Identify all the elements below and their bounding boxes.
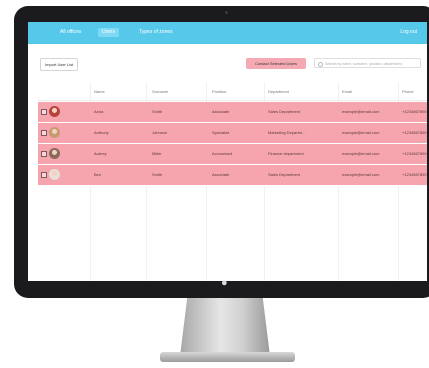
logout-link[interactable]: Log out bbox=[400, 28, 417, 37]
camera bbox=[225, 11, 228, 14]
header-position[interactable]: Position bbox=[212, 89, 226, 95]
nav-all-offices[interactable]: All offices bbox=[60, 28, 81, 37]
table-row[interactable]: Aubrey Miller Accountant Finance departm… bbox=[38, 144, 427, 165]
import-user-list-button[interactable]: Import User List bbox=[40, 58, 79, 71]
cell-surname: Johnson bbox=[152, 130, 168, 135]
row-checkbox[interactable] bbox=[41, 172, 47, 178]
search-icon bbox=[318, 61, 323, 67]
cell-surname: Smith bbox=[152, 109, 163, 114]
apple-logo-icon: ● bbox=[221, 277, 228, 289]
avatar bbox=[49, 127, 60, 138]
table-row[interactable]: Anthony Johnson Specialist Marketing Dep… bbox=[38, 123, 427, 144]
cell-surname: Miller bbox=[152, 151, 162, 156]
cell-department: Marketing Departm... bbox=[268, 130, 306, 135]
header-email[interactable]: Email bbox=[342, 89, 352, 95]
table-row[interactable]: Ben Smith Associate Sales Department exa… bbox=[38, 165, 427, 186]
nav-users[interactable]: Users bbox=[98, 28, 120, 37]
cell-email: example@email.com bbox=[342, 172, 380, 177]
table-row[interactable]: Anna Smith Associate Sales Department ex… bbox=[38, 102, 427, 123]
row-checkbox[interactable] bbox=[41, 151, 47, 157]
cell-department: Sales Department bbox=[268, 109, 301, 114]
cell-name: Anna bbox=[94, 109, 104, 114]
cell-email: example@email.com bbox=[342, 151, 380, 156]
top-nav: All offices Users Types of zones Log out bbox=[28, 22, 427, 44]
cell-department: Finance department bbox=[268, 151, 304, 156]
cell-position: Accountant bbox=[212, 151, 233, 156]
cell-phone: +1234567890 bbox=[402, 172, 427, 177]
header-department[interactable]: Department bbox=[268, 89, 289, 95]
avatar bbox=[49, 169, 60, 180]
table-header: Name Surname Position Department Email P… bbox=[38, 82, 427, 101]
row-checkbox[interactable] bbox=[41, 130, 47, 136]
cell-name: Aubrey bbox=[94, 151, 107, 156]
avatar bbox=[49, 148, 60, 159]
cell-email: example@email.com bbox=[342, 130, 380, 135]
screen: All offices Users Types of zones Log out… bbox=[28, 22, 427, 281]
cell-phone: +1234567890 bbox=[402, 130, 427, 135]
search-placeholder: Search by name, surname, position, depar… bbox=[325, 62, 402, 66]
cell-name: Anthony bbox=[94, 130, 109, 135]
avatar bbox=[49, 106, 60, 117]
cell-phone: +1234567890 bbox=[402, 151, 427, 156]
header-surname[interactable]: Surname bbox=[152, 89, 168, 95]
cell-name: Ben bbox=[94, 172, 102, 177]
cell-department: Sales Department bbox=[268, 172, 301, 177]
monitor: All offices Users Types of zones Log out… bbox=[14, 6, 429, 298]
nav-types-of-zones[interactable]: Types of zones bbox=[139, 28, 173, 37]
cell-email: example@email.com bbox=[342, 109, 380, 114]
row-checkbox[interactable] bbox=[41, 109, 47, 115]
cell-position: Associate bbox=[212, 109, 230, 114]
monitor-base bbox=[160, 352, 295, 362]
cell-surname: Smith bbox=[152, 172, 163, 177]
search-input[interactable]: Search by name, surname, position, depar… bbox=[314, 58, 421, 68]
monitor-stand bbox=[180, 298, 270, 356]
header-phone[interactable]: Phone bbox=[402, 89, 414, 95]
header-name[interactable]: Name bbox=[94, 89, 105, 95]
contact-selected-users-button[interactable]: Contact Selected Users bbox=[246, 58, 306, 69]
cell-position: Specialist bbox=[212, 130, 230, 135]
cell-position: Associate bbox=[212, 172, 230, 177]
users-table: Name Surname Position Department Email P… bbox=[38, 82, 427, 281]
cell-phone: +1234567890 bbox=[402, 109, 427, 114]
